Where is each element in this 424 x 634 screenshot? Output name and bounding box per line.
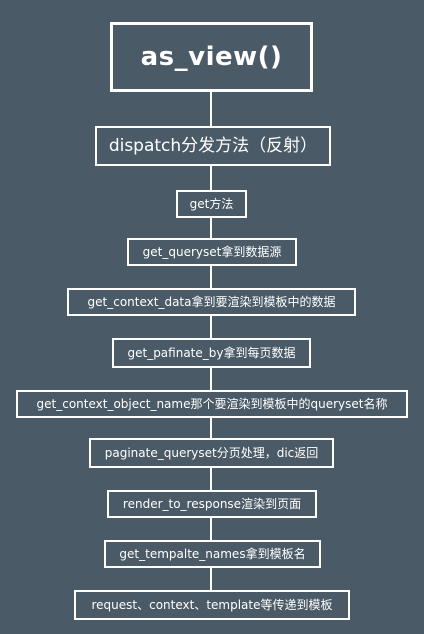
flow-node-get-template-names: get_tempalte_names拿到模板名 [104, 540, 321, 568]
connector-line [210, 266, 212, 288]
node-label: get_pafinate_by拿到每页数据 [127, 346, 296, 360]
connector-line [210, 468, 212, 490]
flow-node-paginate-queryset: paginate_queryset分页处理，dic返回 [89, 438, 334, 468]
node-label: get方法 [189, 197, 234, 211]
connector-line [210, 218, 212, 238]
node-label: render_to_response渲染到页面 [122, 497, 302, 511]
node-label: dispatch分发方法（反射） [108, 135, 318, 156]
flow-node-get-context-object-name: get_context_object_name那个要渲染到模板中的queryse… [16, 390, 408, 418]
node-label: get_queryset拿到数据源 [142, 245, 282, 259]
flow-node-get-method: get方法 [176, 190, 247, 218]
node-label: get_tempalte_names拿到模板名 [119, 547, 306, 561]
node-label: request、context、template等传递到模板 [91, 598, 333, 612]
connector-line [210, 518, 212, 540]
flowchart-canvas: as_view() dispatch分发方法（反射） get方法 get_que… [0, 0, 424, 634]
connector-line [210, 316, 212, 338]
flow-node-get-context-data: get_context_data拿到要渲染到模板中的数据 [67, 288, 356, 316]
node-label: as_view() [140, 42, 283, 72]
flow-node-render-to-response: render_to_response渲染到页面 [107, 490, 317, 518]
node-label: get_context_data拿到要渲染到模板中的数据 [87, 295, 336, 309]
connector-line [210, 418, 212, 438]
node-label: paginate_queryset分页处理，dic返回 [104, 446, 319, 460]
flow-node-dispatch: dispatch分发方法（反射） [95, 126, 331, 166]
connector-line [210, 368, 212, 390]
connector-line [210, 166, 212, 190]
flow-node-as-view: as_view() [110, 22, 313, 92]
connector-line [210, 568, 212, 590]
connector-line [210, 90, 212, 126]
flow-node-pass-to-template: request、context、template等传递到模板 [74, 590, 350, 620]
node-label: get_context_object_name那个要渲染到模板中的queryse… [36, 397, 388, 411]
flow-node-get-paginate-by: get_pafinate_by拿到每页数据 [112, 338, 311, 368]
flow-node-get-queryset: get_queryset拿到数据源 [127, 238, 297, 266]
